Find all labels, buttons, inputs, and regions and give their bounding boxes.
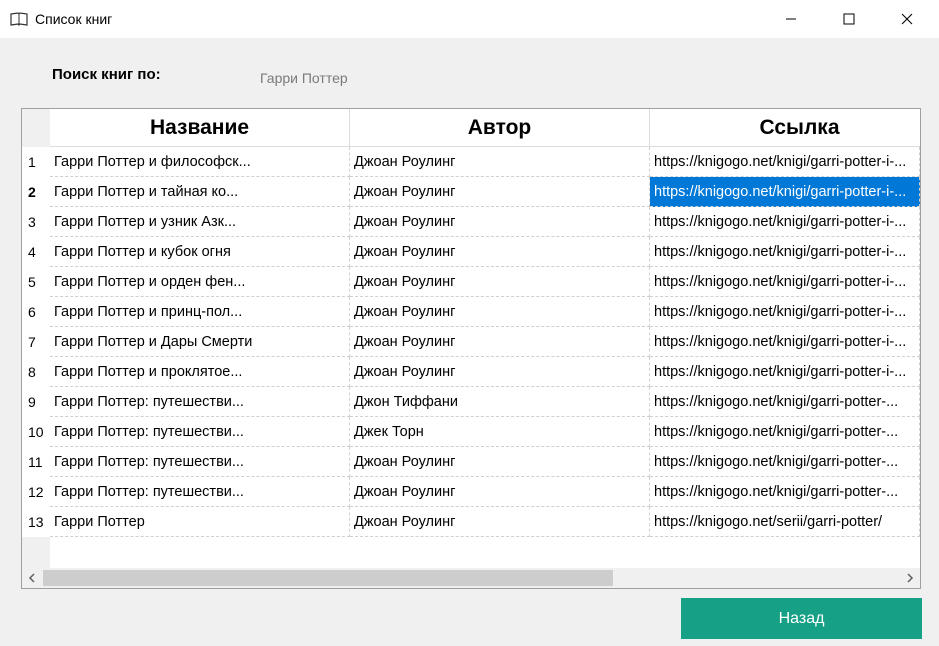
cell-author[interactable]: Джоан Роулинг — [350, 327, 650, 357]
row-header[interactable]: 10 — [22, 417, 50, 447]
cell-title[interactable]: Гарри Поттер: путешестви... — [50, 477, 350, 507]
row-header[interactable]: 7 — [22, 327, 50, 357]
cell-title[interactable]: Гарри Поттер и кубок огня — [50, 237, 350, 267]
back-button[interactable]: Назад — [681, 598, 922, 639]
title-bar: Список книг — [0, 0, 939, 38]
table-row[interactable]: 5 Гарри Поттер и орден фен... Джоан Роулин… — [22, 267, 920, 297]
cell-link[interactable]: https://knigogo.net/knigi/garri-potter-.… — [650, 417, 920, 447]
scroll-left-arrow-icon[interactable] — [22, 568, 42, 588]
column-header-author[interactable]: Автор — [350, 109, 650, 147]
table-row[interactable]: 13 Гарри Поттер Джоан Роулинг https://knigo… — [22, 507, 920, 537]
cell-author[interactable]: Джоан Роулинг — [350, 477, 650, 507]
table-corner — [22, 109, 50, 147]
row-header[interactable]: 13 — [22, 507, 50, 537]
table-row[interactable]: 8 Гарри Поттер и проклятое... Джоан Роулин… — [22, 357, 920, 387]
cell-link[interactable]: https://knigogo.net/serii/garri-potter/ — [650, 507, 920, 537]
cell-link[interactable]: https://knigogo.net/knigi/garri-potter-i… — [650, 267, 920, 297]
close-button[interactable] — [878, 0, 936, 38]
cell-title[interactable]: Гарри Поттер и узник Азк... — [50, 207, 350, 237]
search-label: Поиск книг по: — [52, 66, 161, 83]
cell-title[interactable]: Гарри Поттер: путешестви... — [50, 447, 350, 477]
row-header[interactable]: 2 — [22, 177, 50, 207]
cell-author[interactable]: Джоан Роулинг — [350, 297, 650, 327]
books-table[interactable]: Название Автор Ссылка 1 Гарри Поттер и фи… — [21, 108, 921, 589]
cell-author[interactable]: Джоан Роулинг — [350, 447, 650, 477]
row-header[interactable]: 11 — [22, 447, 50, 477]
cell-link[interactable]: https://knigogo.net/knigi/garri-potter-i… — [650, 327, 920, 357]
table-row[interactable]: 4 Гарри Поттер и кубок огня Джоан Роулинг h… — [22, 237, 920, 267]
cell-author[interactable]: Джоан Роулинг — [350, 147, 650, 177]
table-row[interactable]: 9 Гарри Поттер: путешестви... Джон Тиффани… — [22, 387, 920, 417]
cell-title[interactable]: Гарри Поттер и орден фен... — [50, 267, 350, 297]
table-row[interactable]: 10 Гарри Поттер: путешестви... Джек Торн ht… — [22, 417, 920, 447]
cell-link[interactable]: https://knigogo.net/knigi/garri-potter-.… — [650, 477, 920, 507]
cell-author[interactable]: Джон Тиффани — [350, 387, 650, 417]
cell-author[interactable]: Джоан Роулинг — [350, 207, 650, 237]
cell-author[interactable]: Джоан Роулинг — [350, 267, 650, 297]
cell-title[interactable]: Гарри Поттер и проклятое... — [50, 357, 350, 387]
cell-title[interactable]: Гарри Поттер: путешестви... — [50, 417, 350, 447]
cell-title[interactable]: Гарри Поттер — [50, 507, 350, 537]
table-empty-area — [50, 537, 920, 568]
scroll-right-arrow-icon[interactable] — [900, 568, 920, 588]
cell-link[interactable]: https://knigogo.net/knigi/garri-potter-i… — [650, 177, 920, 207]
cell-link[interactable]: https://knigogo.net/knigi/garri-potter-i… — [650, 147, 920, 177]
book-icon — [10, 11, 28, 27]
cell-link[interactable]: https://knigogo.net/knigi/garri-potter-i… — [650, 207, 920, 237]
table-row[interactable]: 11 Гарри Поттер: путешестви... Джоан Роули… — [22, 447, 920, 477]
cell-author[interactable]: Джоан Роулинг — [350, 357, 650, 387]
cell-title[interactable]: Гарри Поттер и тайная ко... — [50, 177, 350, 207]
row-header[interactable]: 4 — [22, 237, 50, 267]
cell-link[interactable]: https://knigogo.net/knigi/garri-potter-i… — [650, 357, 920, 387]
row-header[interactable]: 8 — [22, 357, 50, 387]
window-title: Список книг — [35, 11, 113, 27]
cell-author[interactable]: Джоан Роулинг — [350, 507, 650, 537]
row-header[interactable]: 12 — [22, 477, 50, 507]
cell-link[interactable]: https://knigogo.net/knigi/garri-potter-.… — [650, 447, 920, 477]
cell-link[interactable]: https://knigogo.net/knigi/garri-potter-.… — [650, 387, 920, 417]
table-row[interactable]: 2 Гарри Поттер и тайная ко... Джоан Роулин… — [22, 177, 920, 207]
maximize-button[interactable] — [820, 0, 878, 38]
cell-title[interactable]: Гарри Поттер: путешестви... — [50, 387, 350, 417]
column-header-link[interactable]: Ссылка — [650, 109, 920, 147]
horizontal-scrollbar[interactable] — [22, 568, 920, 588]
cell-title[interactable]: Гарри Поттер и философск... — [50, 147, 350, 177]
cell-author[interactable]: Джоан Роулинг — [350, 177, 650, 207]
row-header-empty — [22, 537, 50, 568]
search-query: Гарри Поттер — [260, 70, 348, 86]
cell-title[interactable]: Гарри Поттер и Дары Смерти — [50, 327, 350, 357]
cell-author[interactable]: Джек Торн — [350, 417, 650, 447]
table-row[interactable]: 7 Гарри Поттер и Дары Смерти Джоан Роулинг… — [22, 327, 920, 357]
row-header[interactable]: 3 — [22, 207, 50, 237]
row-header[interactable]: 5 — [22, 267, 50, 297]
table-row[interactable]: 3 Гарри Поттер и узник Азк... Джоан Роулин… — [22, 207, 920, 237]
table-row[interactable]: 6 Гарри Поттер и принц-пол... Джоан Роулин… — [22, 297, 920, 327]
cell-link[interactable]: https://knigogo.net/knigi/garri-potter-i… — [650, 297, 920, 327]
table-header: Название Автор Ссылка — [50, 109, 920, 147]
row-header[interactable]: 6 — [22, 297, 50, 327]
cell-link[interactable]: https://knigogo.net/knigi/garri-potter-i… — [650, 237, 920, 267]
table-row[interactable]: 12 Гарри Поттер: путешестви... Джоан Роули… — [22, 477, 920, 507]
cell-author[interactable]: Джоан Роулинг — [350, 237, 650, 267]
row-header[interactable]: 1 — [22, 147, 50, 177]
table-row[interactable]: 1 Гарри Поттер и философск... Джоан Роулин… — [22, 147, 920, 177]
column-header-title[interactable]: Название — [50, 109, 350, 147]
scrollbar-thumb[interactable] — [43, 570, 613, 586]
minimize-button[interactable] — [762, 0, 820, 38]
cell-title[interactable]: Гарри Поттер и принц-пол... — [50, 297, 350, 327]
row-header[interactable]: 9 — [22, 387, 50, 417]
